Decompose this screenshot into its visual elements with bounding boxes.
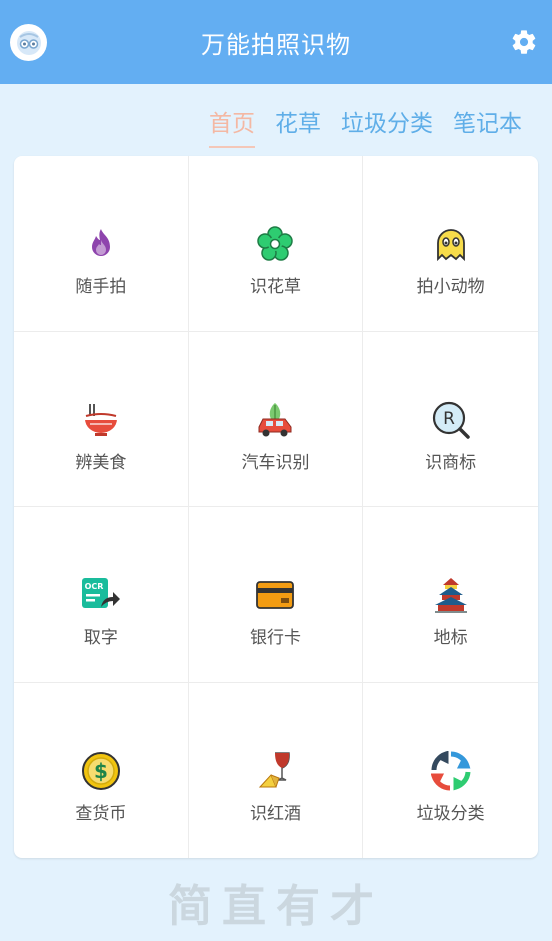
svg-text:OCR: OCR — [84, 582, 103, 591]
app-title: 万能拍照识物 — [201, 30, 351, 59]
ocr-icon: OCR — [81, 575, 121, 615]
grid-item-animals[interactable]: 拍小动物 — [363, 156, 538, 332]
trademark-search-icon: R — [431, 400, 471, 440]
tab-garbage[interactable]: 垃圾分类 — [341, 100, 433, 146]
grid-item-label: 地标 — [433, 628, 468, 648]
grid-item-bankcard[interactable]: 银行卡 — [188, 507, 364, 683]
grid-item-ocr[interactable]: OCR 取字 — [14, 507, 189, 683]
feature-grid: 随手拍 识花草 拍小动物 辨美食 汽车识别 R 识商标 OCR 取字 银行卡 地… — [14, 156, 538, 858]
car-icon — [255, 400, 295, 440]
tab-notebook[interactable]: 笔记本 — [453, 100, 522, 146]
flower-icon — [255, 224, 295, 264]
grid-item-wine[interactable]: 识红酒 — [189, 682, 364, 858]
grid-item-label: 查货币 — [75, 803, 127, 824]
grid-item-label: 识红酒 — [249, 803, 301, 824]
grid-item-label: 汽车识别 — [241, 452, 310, 473]
grid-item-food[interactable]: 辨美食 — [14, 331, 189, 507]
grid-item-label: 随手拍 — [75, 277, 127, 297]
svg-text:$: $ — [94, 759, 108, 783]
tab-bar: 首页 花草 垃圾分类 笔记本 — [209, 100, 522, 148]
grid-item-landmark[interactable]: 地标 — [363, 507, 538, 683]
grid-item-label: 取字 — [83, 628, 118, 648]
svg-text:R: R — [443, 409, 455, 429]
coin-dollar-icon: $ — [81, 751, 121, 791]
bank-card-icon — [255, 575, 295, 615]
grid-item-currency[interactable]: $ 查货币 — [14, 682, 189, 858]
grid-item-label: 垃圾分类 — [416, 803, 485, 824]
grid-item-label: 辨美食 — [75, 452, 127, 473]
grid-item-label: 拍小动物 — [416, 277, 485, 297]
tab-home[interactable]: 首页 — [209, 100, 255, 148]
grid-item-label: 识花草 — [249, 277, 301, 297]
wine-glass-icon — [255, 751, 295, 791]
landmark-temple-icon — [431, 575, 471, 615]
grid-item-car[interactable]: 汽车识别 — [188, 331, 364, 507]
gear-icon[interactable] — [510, 28, 538, 56]
grid-item-snapshot[interactable]: 随手拍 — [14, 156, 189, 332]
noodle-bowl-icon — [81, 400, 121, 440]
app-bar: 万能拍照识物 — [0, 0, 552, 84]
grid-item-garbage[interactable]: 垃圾分类 — [363, 683, 538, 859]
recycle-icon — [430, 750, 471, 791]
grid-item-trademark[interactable]: R 识商标 — [363, 332, 538, 507]
grid-item-label: 银行卡 — [249, 628, 301, 648]
fire-icon — [81, 224, 121, 264]
footer-watermark: 简直有才 — [168, 881, 384, 932]
grid-item-flowers[interactable]: 识花草 — [188, 156, 364, 332]
grid-item-label: 识商标 — [425, 452, 477, 473]
ghost-animal-icon — [431, 224, 471, 264]
tab-flowers[interactable]: 花草 — [275, 100, 321, 146]
